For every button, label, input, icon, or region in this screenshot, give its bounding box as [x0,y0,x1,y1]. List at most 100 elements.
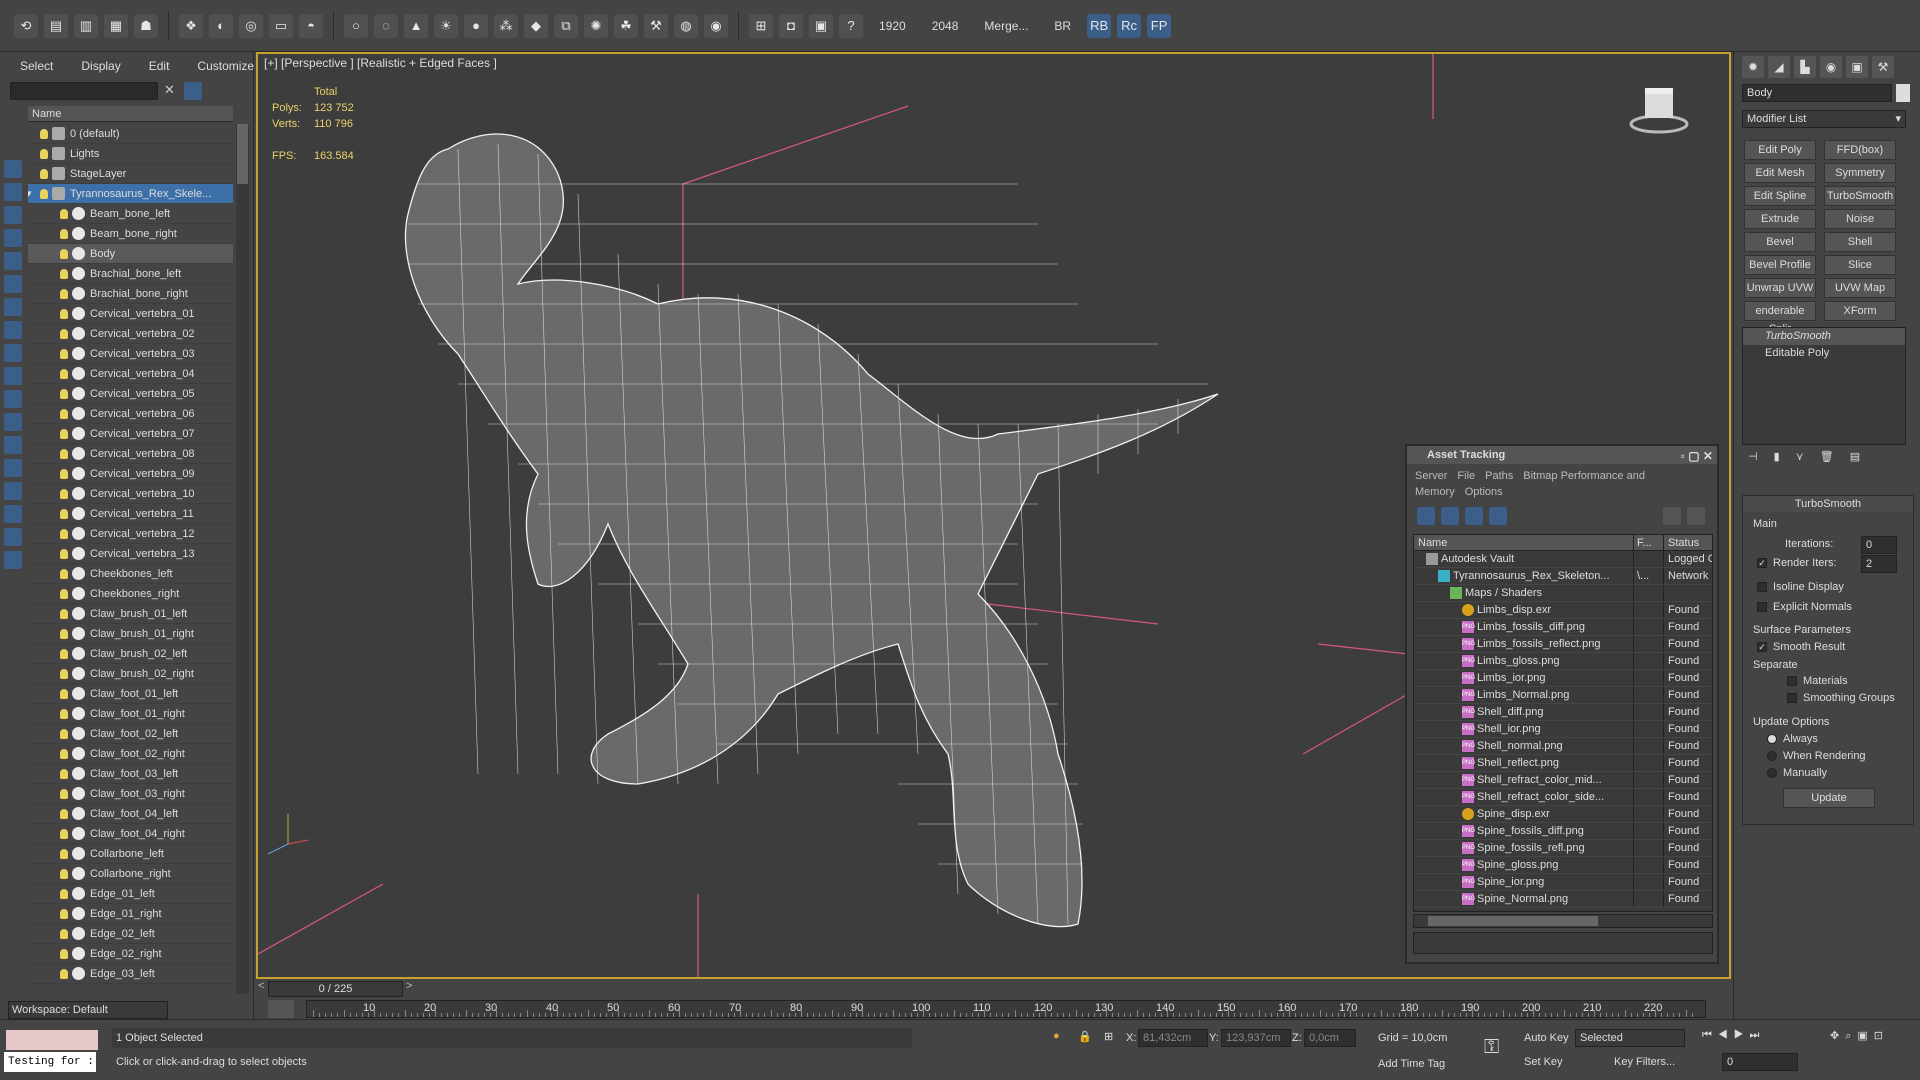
visibility-bulb-icon[interactable] [60,589,68,599]
asset-row[interactable]: PNG Spine_fossils_diff.png Found [1414,823,1712,840]
object-name-field[interactable]: Body [1742,84,1892,102]
explorer-filter-10-icon[interactable] [4,390,22,408]
scene-object-row[interactable]: Cervical_vertebra_13 [28,544,233,564]
explorer-menu-edit[interactable]: Edit [149,59,170,73]
isolate-icon[interactable]: ● [1053,1030,1060,1042]
visibility-bulb-icon[interactable] [60,569,68,579]
visibility-bulb-icon[interactable] [60,209,68,219]
visibility-bulb-icon[interactable] [60,769,68,779]
scene-object-row[interactable]: Claw_brush_01_left [28,604,233,624]
asset-row[interactable]: PNG Spine_gloss.png Found [1414,857,1712,874]
scene-object-row[interactable]: Claw_brush_01_right [28,624,233,644]
modifier-button[interactable]: XForm [1824,301,1896,321]
scene-object-row[interactable]: Claw_brush_02_left [28,644,233,664]
modifier-button[interactable]: Edit Mesh [1744,163,1816,183]
visibility-bulb-icon[interactable] [60,849,68,859]
pin-stack-icon[interactable]: ⊣ [1748,450,1758,470]
modifier-button[interactable]: Bevel Profile [1744,255,1816,275]
asset-row[interactable]: PNG Shell_normal.png Found [1414,738,1712,755]
asset-row[interactable]: Maps / Shaders [1414,585,1712,602]
current-frame-field[interactable]: 0 [1722,1053,1798,1071]
toolbar-tool-4-icon[interactable]: ☗ [134,13,158,38]
asset-menu-item[interactable]: Bitmap Performance and Memory [1415,470,1645,498]
visibility-bulb-icon[interactable] [60,509,68,519]
visibility-bulb-icon[interactable] [60,789,68,799]
asset-row[interactable]: PNG Spine_Normal.png Found [1414,891,1712,908]
visibility-bulb-icon[interactable] [60,909,68,919]
expand-arrow-icon[interactable]: ▾ [28,184,32,204]
scene-object-row[interactable]: Cervical_vertebra_07 [28,424,233,444]
scene-search-input[interactable] [10,82,158,100]
col-full-path[interactable]: F... [1634,535,1664,550]
key-selection-dropdown[interactable]: Selected [1575,1029,1685,1047]
scene-object-row[interactable]: Cervical_vertebra_06 [28,404,233,424]
scene-object-row[interactable]: Claw_foot_02_right [28,744,233,764]
asset-path-field[interactable] [1413,932,1713,954]
asset-row[interactable]: Autodesk Vault Logged Ou [1414,551,1712,568]
scene-object-row[interactable]: Cervical_vertebra_05 [28,384,233,404]
visibility-bulb-icon[interactable] [60,949,68,959]
modifier-button[interactable]: UVW Map [1824,278,1896,298]
render-iters-spinner[interactable]: 2 [1861,555,1897,573]
asset-row[interactable]: PNG Shell_ior.png Found [1414,721,1712,738]
visibility-bulb-icon[interactable] [60,429,68,439]
scene-object-row[interactable]: Collarbone_left [28,844,233,864]
toolbar-tool-25-icon[interactable]: ▣ [809,13,833,38]
scene-object-row[interactable]: Edge_02_right [28,944,233,964]
visibility-bulb-icon[interactable] [60,649,68,659]
modifier-button[interactable]: Extrude [1744,209,1816,229]
visibility-bulb-icon[interactable] [60,529,68,539]
scene-object-row[interactable]: Cervical_vertebra_11 [28,504,233,524]
asset-row[interactable]: Tyrannosaurus_Rex_Skeleton... \... Network… [1414,568,1712,585]
toolbar-tool-21-icon[interactable]: ◍ [674,13,698,38]
scene-object-row[interactable]: Cheekbones_right [28,584,233,604]
toolbar-tool-11-icon[interactable]: ◌ [374,13,398,38]
scene-object-row[interactable]: Cervical_vertebra_02 [28,324,233,344]
visibility-bulb-icon[interactable] [60,969,68,979]
hierarchy-tab-icon[interactable]: ▙ [1794,56,1816,78]
timeline-ticks[interactable]: 10 20 30 40 50 60 70 80 90 100 110 120 130 140 150 160 1… [306,1000,1706,1018]
vault-help-icon[interactable] [1687,507,1705,525]
scene-object-row[interactable]: Cervical_vertebra_09 [28,464,233,484]
scene-object-row[interactable]: Brachial_bone_left [28,264,233,284]
playback-controls[interactable]: ⏮◀▶⏭ [1702,1029,1765,1042]
visibility-bulb-icon[interactable] [60,629,68,639]
object-color-swatch[interactable] [1896,84,1910,102]
key-filters-button[interactable]: Key Filters... [1610,1052,1675,1072]
scene-object-row[interactable]: Edge_01_left [28,884,233,904]
visibility-bulb-icon[interactable] [60,449,68,459]
asset-row[interactable]: PNG Shell_reflect.png Found [1414,755,1712,772]
lock-selection-icon[interactable]: 🔒 [1078,1030,1092,1043]
toolbar-tool-20-icon[interactable]: ⚒ [644,13,668,38]
scene-object-row[interactable]: Edge_02_left [28,924,233,944]
scene-object-row[interactable]: Cervical_vertebra_03 [28,344,233,364]
toolbar-tool-17-icon[interactable]: ⧉ [554,13,578,38]
visibility-bulb-icon[interactable] [60,309,68,319]
thumbnail-view-icon[interactable] [1465,507,1483,525]
add-time-tag[interactable]: Add Time Tag [1374,1054,1445,1074]
explorer-filter-2-icon[interactable] [4,206,22,224]
explorer-scrollbar[interactable] [236,124,249,994]
asset-row[interactable]: PNG Shell_refract_color_side... Found [1414,789,1712,806]
toolbar-tool-24-icon[interactable]: ◘ [779,13,803,38]
materials-checkbox[interactable] [1787,676,1797,686]
scene-object-row[interactable]: Beam_bone_right [28,224,233,244]
when-rendering-radio[interactable] [1767,751,1777,761]
stack-editable-poly[interactable]: Editable Poly [1743,345,1905,362]
name-column-header[interactable]: Name [28,106,233,122]
scene-object-row[interactable]: Cervical_vertebra_04 [28,364,233,384]
toolbar-tool-10-icon[interactable]: ○ [344,13,368,38]
explorer-filter-14-icon[interactable] [4,482,22,500]
toolbar-tool-0-icon[interactable]: ⟲ [14,13,38,38]
utilities-tab-icon[interactable]: ⚒ [1872,56,1894,78]
key-icon[interactable]: ⚿ [1484,1036,1499,1059]
asset-menu-item[interactable]: File [1457,470,1475,482]
asset-row[interactable]: PNG Shell_diff.png Found [1414,704,1712,721]
visibility-bulb-icon[interactable] [60,329,68,339]
visibility-bulb-icon[interactable] [40,169,48,179]
visibility-bulb-icon[interactable] [40,189,48,199]
remove-modifier-icon[interactable]: 🗑 [1820,450,1834,470]
scene-object-row[interactable]: Brachial_bone_right [28,284,233,304]
clear-search-icon[interactable]: ✕ [164,82,175,98]
filter-icon[interactable] [184,82,202,100]
